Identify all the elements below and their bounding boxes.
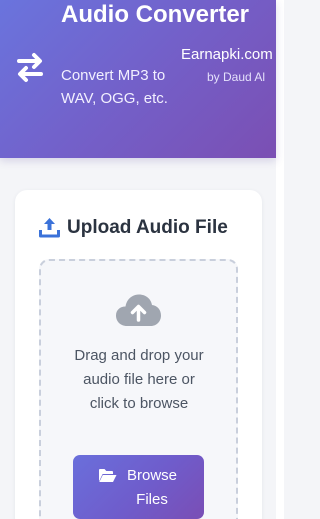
upload-icon	[39, 218, 60, 238]
site-name-link[interactable]: Earnapki.com	[181, 46, 273, 63]
upload-card-title: Upload Audio File	[67, 217, 228, 238]
app-subtitle: Convert MP3 to WAV, OGG, etc.	[61, 67, 168, 107]
dropzone-instructions: Drag and drop your audio file here or cl…	[74, 347, 204, 412]
browse-files-label: Browse Files	[126, 467, 178, 508]
swap-arrows-icon	[17, 53, 43, 82]
app-title: Audio Converter	[61, 1, 250, 28]
cloud-upload-icon	[116, 294, 161, 326]
app-header: Audio Converter Convert MP3 to WAV, OGG,…	[0, 0, 276, 158]
site-author: by Daud Al	[207, 70, 266, 84]
browse-files-button[interactable]: Browse Files	[73, 455, 204, 519]
right-edge-strip	[276, 0, 284, 519]
folder-open-icon	[99, 469, 117, 482]
